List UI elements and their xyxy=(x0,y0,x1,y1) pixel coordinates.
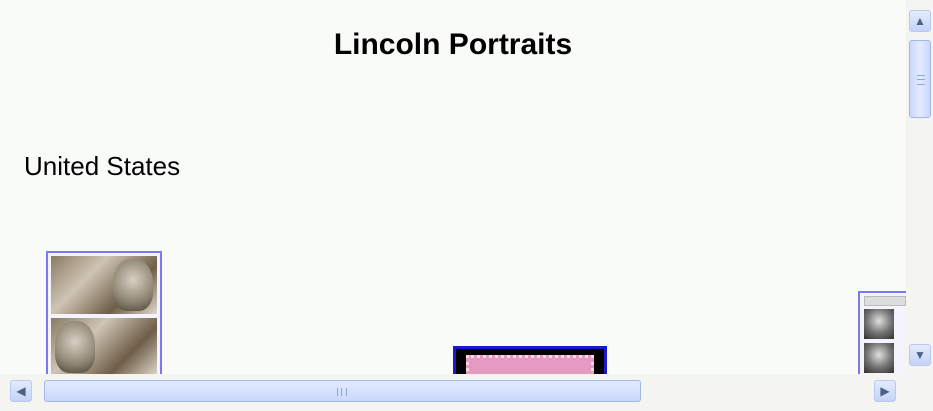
stamp-image-bottom xyxy=(51,318,157,374)
horizontal-scroll-thumb[interactable] xyxy=(44,380,641,402)
scroll-up-button[interactable]: ▲ xyxy=(909,10,931,32)
vertical-scrollbar[interactable]: ▲ ▼ xyxy=(906,0,933,374)
lincoln-photo-sheet-link[interactable] xyxy=(858,291,906,374)
scroll-left-button[interactable]: ◀ xyxy=(10,380,32,402)
page-title: Lincoln Portraits xyxy=(333,28,573,61)
triangle-down-icon: ▼ xyxy=(914,348,926,362)
section-heading: United States xyxy=(24,151,181,181)
page-viewport: Lincoln Portraits United States xyxy=(0,0,906,374)
scroll-right-button[interactable]: ▶ xyxy=(874,380,896,402)
horizontal-scrollbar[interactable]: ◀ ▶ xyxy=(0,374,906,411)
grip-icon xyxy=(337,388,347,396)
triangle-up-icon: ▲ xyxy=(914,14,926,28)
lincoln-stamp-block-link[interactable] xyxy=(46,251,162,374)
triangle-right-icon: ▶ xyxy=(880,384,890,398)
grip-icon xyxy=(917,75,925,85)
scrollbar-corner xyxy=(906,374,933,411)
stamp-image xyxy=(466,355,594,374)
triangle-left-icon: ◀ xyxy=(16,384,26,398)
stamp-image-top xyxy=(51,256,157,314)
portrait-photo xyxy=(864,309,894,339)
scroll-down-button[interactable]: ▼ xyxy=(909,344,931,366)
portrait-photo xyxy=(864,343,894,373)
vertical-scroll-thumb[interactable] xyxy=(909,40,931,118)
pink-framed-stamp-link[interactable] xyxy=(453,346,607,374)
sheet-header-image xyxy=(864,296,906,306)
